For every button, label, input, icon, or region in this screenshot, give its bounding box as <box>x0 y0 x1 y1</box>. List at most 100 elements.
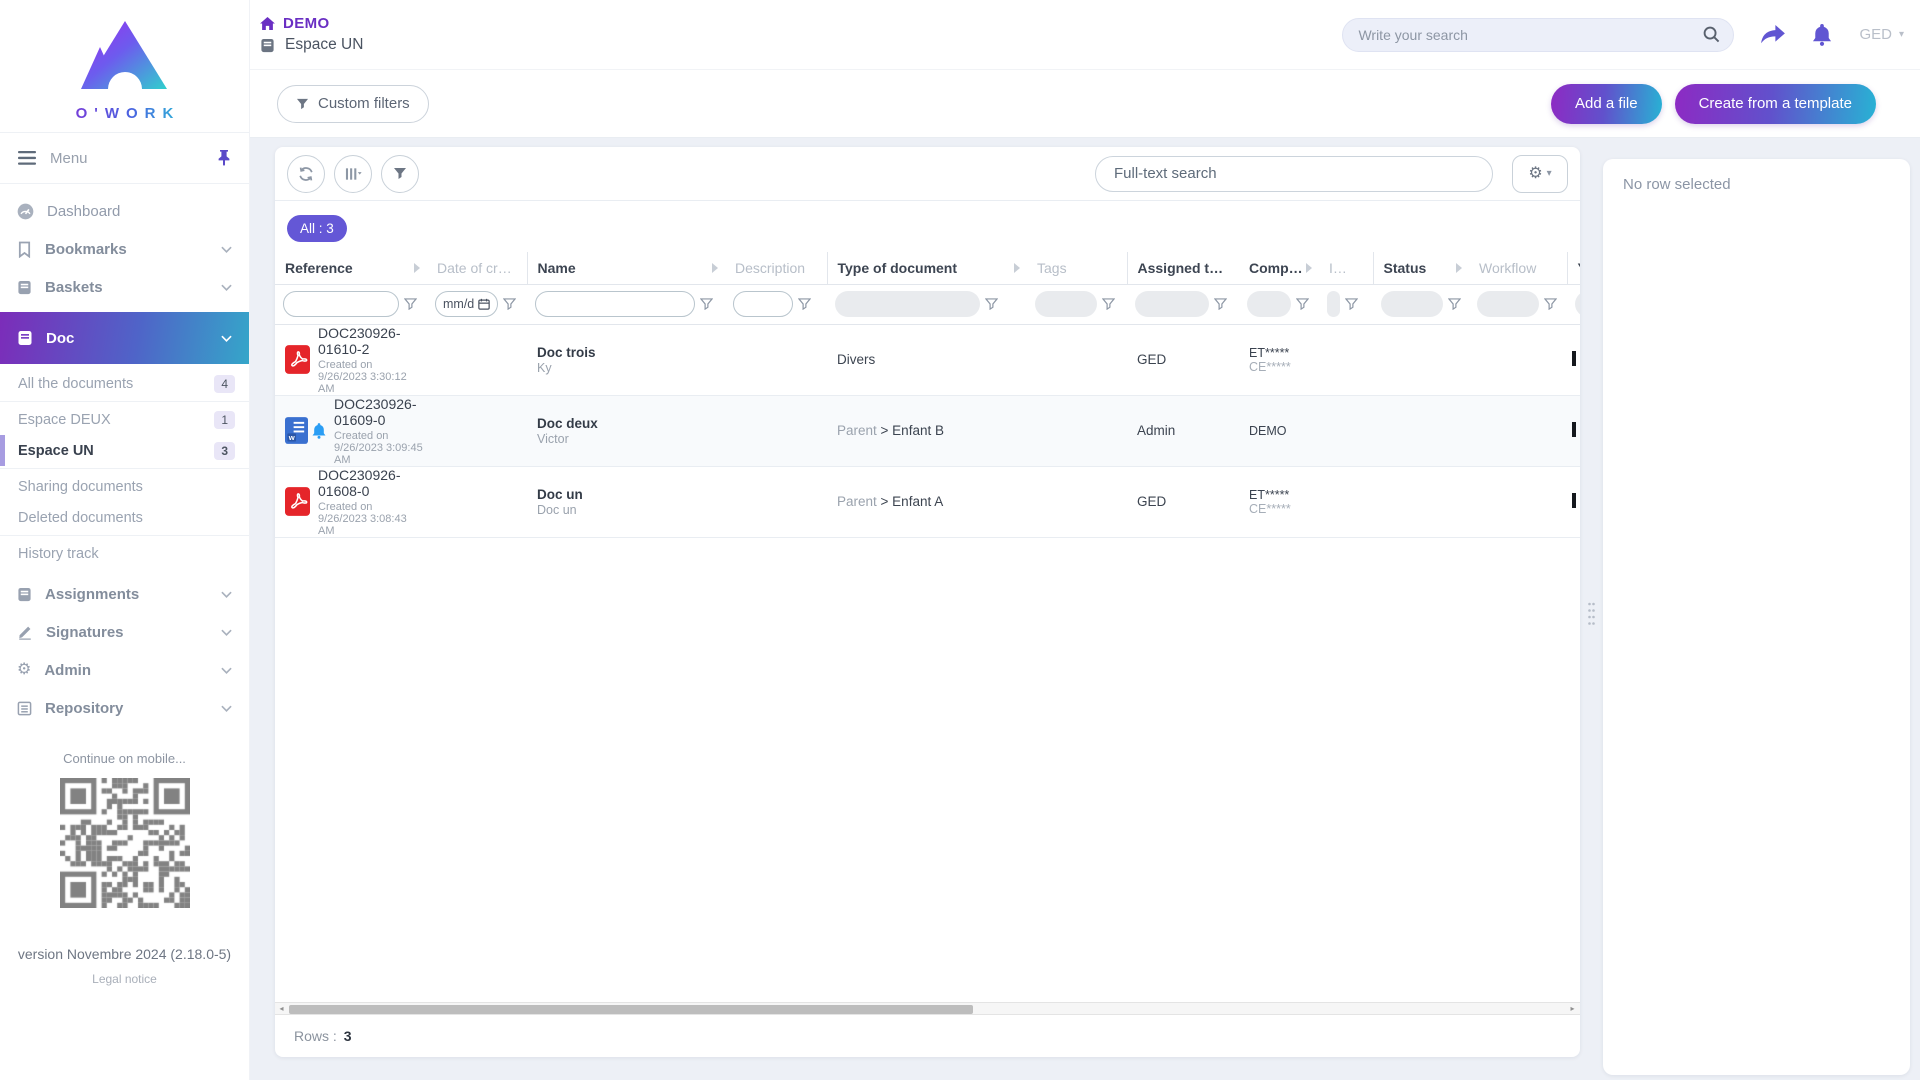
global-search-input[interactable] <box>1356 26 1703 44</box>
add-file-button[interactable]: Add a file <box>1551 84 1662 124</box>
action-buttons: Add a file Create from a template <box>1551 84 1876 124</box>
pdf-file-icon <box>285 487 310 516</box>
table-row[interactable]: DOC230926-01608-0 Created on 9/26/2023 3… <box>275 466 1580 537</box>
filter-input-description[interactable] <box>733 291 793 317</box>
chevron-down-icon <box>221 667 232 674</box>
sidebar-item-bookmarks[interactable]: Bookmarks <box>0 230 249 268</box>
col-header-date-of-creation[interactable]: Date of cr… <box>427 252 527 284</box>
filter-icon[interactable] <box>700 298 713 310</box>
filter-select-i[interactable] <box>1327 291 1340 317</box>
filter-select-comp[interactable] <box>1247 291 1291 317</box>
panel-resize-handle[interactable] <box>1580 147 1603 1080</box>
version-label: version Novembre 2024 (2.18.0-5) <box>18 946 231 962</box>
table-row[interactable]: w DOC230926-01609-0 <box>275 395 1580 466</box>
user-menu[interactable]: GED ▾ <box>1859 26 1904 43</box>
col-header-type[interactable]: Type of document <box>827 252 1027 284</box>
sidebar-subitem-history-track[interactable]: History track <box>0 538 249 569</box>
global-search[interactable] <box>1342 18 1734 52</box>
sidebar-item-dashboard[interactable]: Dashboard <box>0 192 249 230</box>
filter-icon[interactable] <box>1448 298 1461 310</box>
rows-count: 3 <box>344 1028 352 1044</box>
create-from-template-button[interactable]: Create from a template <box>1675 84 1876 124</box>
search-icon[interactable] <box>1703 26 1720 43</box>
sidebar-item-signatures[interactable]: Signatures <box>0 613 249 651</box>
sort-chevron-icon[interactable] <box>712 263 718 273</box>
filter-input-reference[interactable] <box>283 291 399 317</box>
col-header-i[interactable]: I… <box>1319 252 1373 284</box>
filter-icon[interactable] <box>503 298 516 310</box>
col-header-y[interactable]: Y… <box>1567 252 1580 284</box>
sidebar-subitem-espace-deux[interactable]: Espace DEUX 1 <box>0 404 249 435</box>
sidebar-item-assignments[interactable]: Assignments <box>0 575 249 613</box>
scrollbar-thumb[interactable] <box>289 1005 973 1014</box>
refresh-button[interactable] <box>287 155 325 193</box>
calendar-icon[interactable] <box>478 298 490 310</box>
fulltext-search-input[interactable] <box>1112 164 1476 183</box>
sidebar-subitem-sharing-documents[interactable]: Sharing documents <box>0 471 249 502</box>
chevron-down-icon <box>221 284 232 291</box>
sidebar-item-admin[interactable]: ⚙ Admin <box>0 651 249 689</box>
title-block: DEMO Espace UN <box>260 15 363 54</box>
filter-icon[interactable] <box>1102 298 1115 310</box>
filter-select-status[interactable] <box>1381 291 1443 317</box>
tab-all-documents[interactable]: All : 3 <box>287 215 347 242</box>
caret-down-icon: ▾ <box>1899 29 1904 40</box>
fulltext-search[interactable] <box>1095 156 1493 192</box>
table-header-row: Reference Date of cr… Name Description T… <box>275 252 1580 284</box>
repository-list-icon <box>17 701 32 716</box>
scroll-left-arrow[interactable]: ◂ <box>275 1003 288 1014</box>
filter-icon[interactable] <box>1345 298 1358 310</box>
sidebar-subitem-espace-un[interactable]: Espace UN 3 <box>0 435 249 466</box>
sort-chevron-icon[interactable] <box>1306 263 1312 273</box>
legal-notice-link[interactable]: Legal notice <box>92 972 157 986</box>
menu-label: Menu <box>50 150 88 167</box>
filter-icon[interactable] <box>985 298 998 310</box>
pdf-file-icon <box>285 345 310 374</box>
col-header-assigned-to[interactable]: Assigned t… <box>1127 252 1239 284</box>
filter-icon[interactable] <box>1544 298 1557 310</box>
sidebar-item-repository[interactable]: Repository <box>0 689 249 727</box>
sidebar-item-baskets[interactable]: Baskets <box>0 268 249 306</box>
col-header-description[interactable]: Description <box>725 252 827 284</box>
filter-icon[interactable] <box>1214 298 1227 310</box>
custom-filters-button[interactable]: Custom filters <box>277 85 429 123</box>
filter-icon[interactable] <box>404 298 417 310</box>
signature-pen-icon <box>17 624 33 640</box>
grid-settings-button[interactable]: ⚙ ▾ <box>1512 155 1568 193</box>
horizontal-scrollbar[interactable]: ◂ ▸ <box>275 1002 1580 1015</box>
sort-chevron-icon[interactable] <box>414 263 420 273</box>
col-header-tags[interactable]: Tags <box>1027 252 1127 284</box>
filter-icon <box>393 167 407 180</box>
filter-row: mm/d <box>275 284 1580 324</box>
filter-input-date[interactable]: mm/d <box>435 291 498 317</box>
brand-wordmark: O'WORK <box>69 105 181 122</box>
filter-select-assigned[interactable] <box>1135 291 1209 317</box>
filter-select-workflow[interactable] <box>1477 291 1539 317</box>
col-header-reference[interactable]: Reference <box>275 252 427 284</box>
menu-toggle[interactable]: Menu <box>0 132 249 184</box>
filter-icon[interactable] <box>1296 298 1309 310</box>
columns-button[interactable] <box>334 155 372 193</box>
word-file-icon: w <box>285 417 308 444</box>
filter-icon[interactable] <box>798 298 811 310</box>
sidebar-item-doc[interactable]: Doc <box>0 312 249 364</box>
col-header-comp[interactable]: Comp… <box>1239 252 1319 284</box>
filter-input-name[interactable] <box>535 291 695 317</box>
book-icon <box>260 38 275 53</box>
share-icon[interactable] <box>1761 25 1785 44</box>
col-header-workflow[interactable]: Workflow <box>1469 252 1567 284</box>
scroll-right-arrow[interactable]: ▸ <box>1566 1003 1579 1014</box>
filter-button[interactable] <box>381 155 419 193</box>
filter-select-tags[interactable] <box>1035 291 1097 317</box>
col-header-status[interactable]: Status <box>1373 252 1469 284</box>
sort-chevron-icon[interactable] <box>1456 263 1462 273</box>
filter-select-type[interactable] <box>835 291 980 317</box>
sidebar-subitem-all-documents[interactable]: All the documents 4 <box>0 368 249 399</box>
table-row[interactable]: DOC230926-01610-2 Created on 9/26/2023 3… <box>275 324 1580 395</box>
notifications-icon[interactable] <box>1812 24 1832 46</box>
breadcrumb[interactable]: DEMO <box>260 15 363 32</box>
sidebar-subitem-deleted-documents[interactable]: Deleted documents <box>0 502 249 533</box>
pin-icon[interactable] <box>217 150 231 166</box>
sort-chevron-icon[interactable] <box>1014 263 1020 273</box>
col-header-name[interactable]: Name <box>527 252 725 284</box>
